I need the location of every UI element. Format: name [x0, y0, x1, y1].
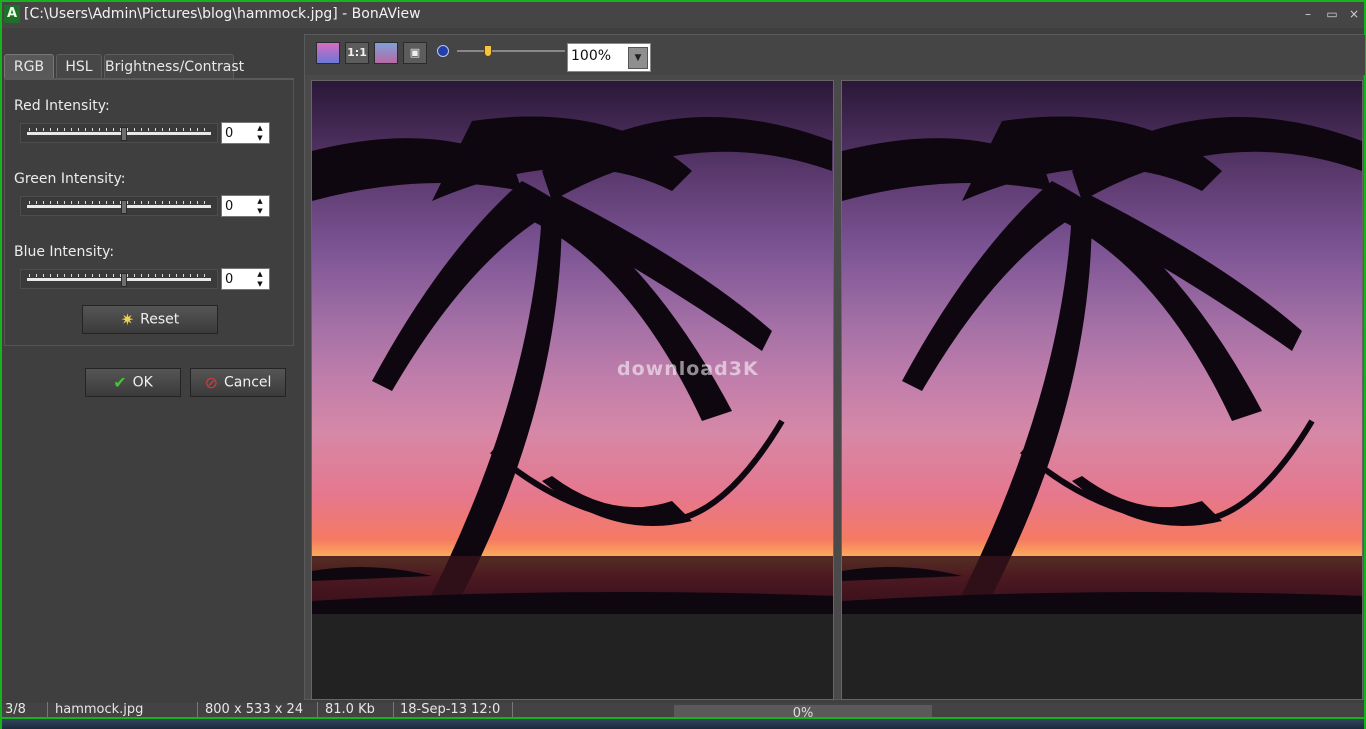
ok-label: OK [132, 374, 153, 391]
reset-button[interactable]: ✷ Reset [82, 305, 218, 334]
slider-line [27, 132, 211, 135]
red-intensity-label: Red Intensity: [14, 98, 110, 114]
spin-down-icon[interactable]: ▼ [255, 134, 265, 143]
close-button[interactable]: × [1344, 4, 1364, 24]
chevron-down-icon[interactable]: ▼ [628, 47, 648, 69]
spin-up-icon[interactable]: ▲ [255, 124, 265, 133]
palm-hammock-silhouette [842, 116, 1362, 614]
actual-size-button[interactable]: 1:1 [345, 42, 369, 64]
spin-up-icon[interactable]: ▲ [255, 197, 265, 206]
app-logo-icon: A [4, 5, 20, 23]
slider-ticks [29, 201, 209, 204]
zoom-out-icon[interactable] [437, 45, 449, 57]
rgb-settings: Red Intensity: 0 ▲ ▼ Green Intensity: 0 … [4, 80, 294, 346]
photo-preview [842, 81, 1362, 614]
palm-hammock-silhouette [312, 116, 833, 614]
tab-hsl[interactable]: HSL [56, 54, 102, 78]
slider-line [27, 205, 211, 208]
blue-intensity-slider[interactable] [20, 269, 218, 289]
watermark: download3K [617, 358, 759, 380]
viewer-toolbar: 1:1 ▣ 100% ▼ [305, 35, 1365, 75]
taskbar [2, 717, 1364, 729]
spin-up-icon[interactable]: ▲ [255, 270, 265, 279]
adjustment-tabs: RGB HSL Brightness/Contrast [4, 54, 294, 78]
status-filesize: 81.0 Kb [322, 702, 394, 718]
adjustment-panel: RGB HSL Brightness/Contrast Red Intensit… [4, 34, 294, 696]
slider-ticks [29, 128, 209, 131]
frame-icon[interactable]: ▣ [403, 42, 427, 64]
blue-intensity-value: 0 [225, 272, 234, 287]
blue-intensity-spinner[interactable]: 0 ▲ ▼ [221, 268, 270, 290]
window-title: [C:\Users\Admin\Pictures\blog\hammock.jp… [24, 6, 421, 22]
status-dimensions: 800 x 533 x 24 [202, 702, 318, 718]
zoom-value: 100% [571, 48, 612, 64]
status-filename: hammock.jpg [52, 702, 198, 718]
photo-original: download3K [312, 81, 833, 614]
check-icon: ✔ [113, 373, 127, 392]
red-intensity-value: 0 [225, 126, 234, 141]
image-icon[interactable] [316, 42, 340, 64]
status-date: 18-Sep-13 12:0 [397, 702, 513, 718]
preview-image-viewer[interactable] [841, 80, 1363, 700]
red-intensity-slider[interactable] [20, 123, 218, 143]
image-index: 3/8 [2, 702, 48, 718]
green-slider-thumb[interactable] [121, 200, 127, 214]
title-bar: A [C:\Users\Admin\Pictures\blog\hammock.… [2, 2, 1364, 28]
app-window: A [C:\Users\Admin\Pictures\blog\hammock.… [0, 0, 1366, 729]
cancel-icon: ⊘ [204, 373, 218, 392]
fit-icon[interactable] [374, 42, 398, 64]
minimize-button[interactable]: – [1298, 4, 1318, 24]
red-slider-thumb[interactable] [121, 127, 127, 141]
cancel-label: Cancel [223, 374, 272, 391]
tab-rgb[interactable]: RGB [4, 54, 54, 78]
reset-label: Reset [140, 311, 180, 328]
maximize-button[interactable]: ▭ [1322, 4, 1342, 24]
green-intensity-label: Green Intensity: [14, 171, 126, 187]
spin-down-icon[interactable]: ▼ [255, 280, 265, 289]
zoom-slider-thumb[interactable] [484, 45, 492, 57]
progress-bar: 0% [674, 705, 932, 721]
zoom-combobox[interactable]: 100% ▼ [567, 43, 651, 72]
tab-brightness-contrast[interactable]: Brightness/Contrast [104, 54, 244, 78]
sun-icon: ✷ [120, 310, 135, 329]
ok-button[interactable]: ✔ OK [85, 368, 181, 397]
green-intensity-spinner[interactable]: 0 ▲ ▼ [221, 195, 270, 217]
blue-intensity-label: Blue Intensity: [14, 244, 115, 260]
original-image-viewer[interactable]: download3K ◀ ||| ▶ [311, 80, 834, 700]
zoom-slider[interactable] [457, 50, 565, 52]
green-intensity-slider[interactable] [20, 196, 218, 216]
slider-ticks [29, 274, 209, 277]
red-intensity-spinner[interactable]: 0 ▲ ▼ [221, 122, 270, 144]
blue-slider-thumb[interactable] [121, 273, 127, 287]
viewer-area: 1:1 ▣ 100% ▼ download3K [304, 34, 1365, 700]
green-intensity-value: 0 [225, 199, 234, 214]
status-bar: 3/8 hammock.jpg 800 x 533 x 24 81.0 Kb 1… [2, 702, 1364, 721]
cancel-button[interactable]: ⊘ Cancel [190, 368, 286, 397]
slider-line [27, 278, 211, 281]
spin-down-icon[interactable]: ▼ [255, 207, 265, 216]
